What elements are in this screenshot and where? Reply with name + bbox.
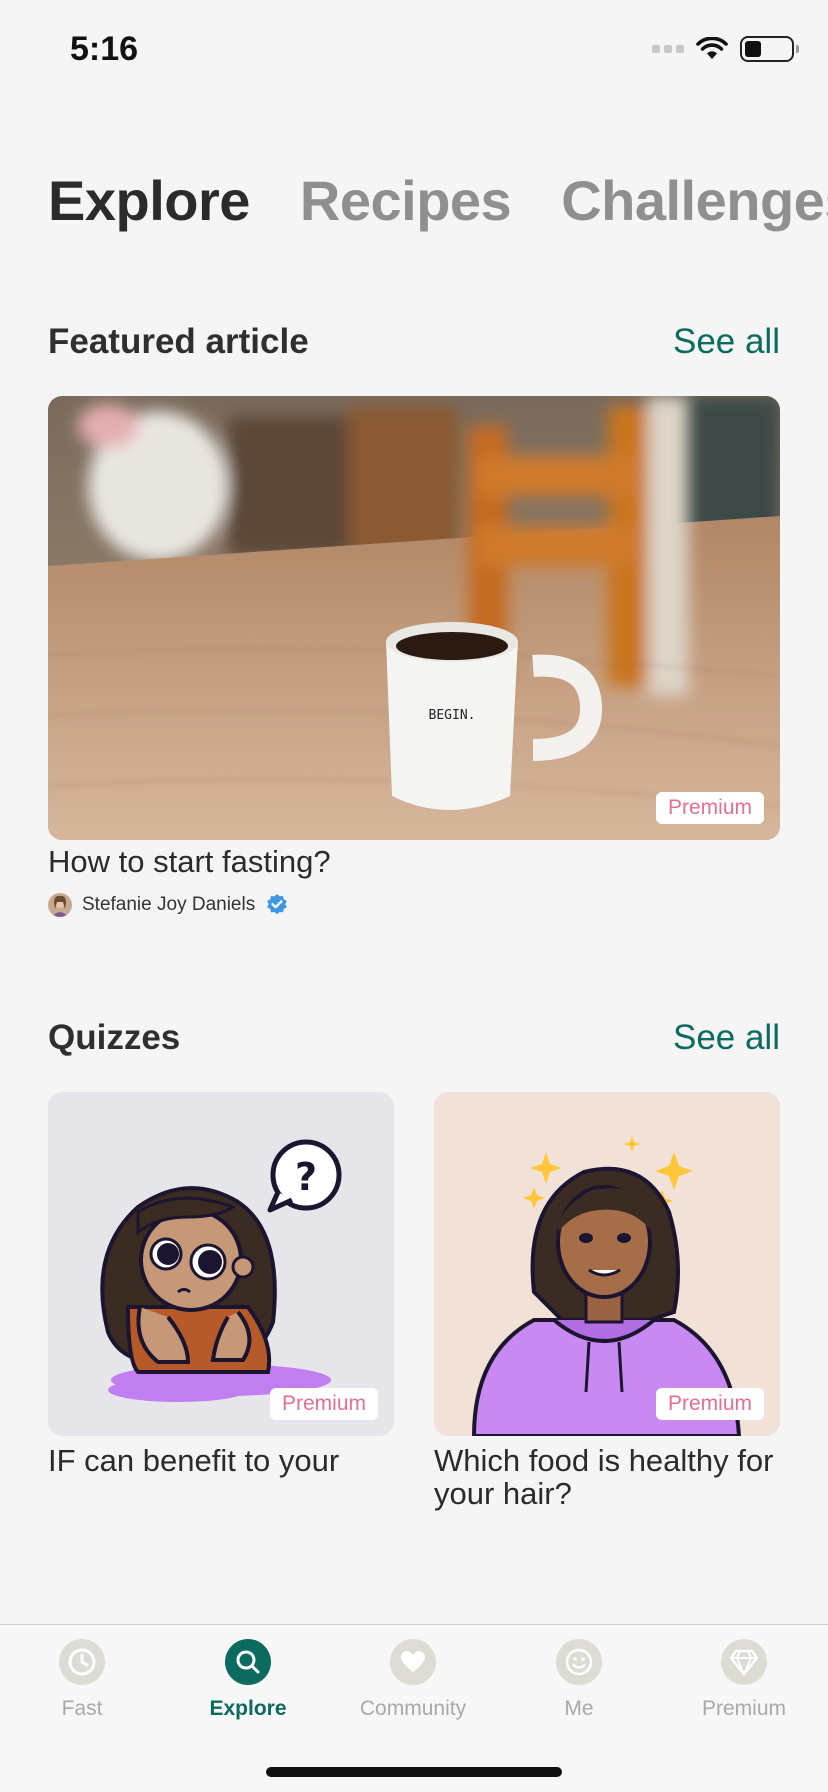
svg-text:?: ? — [295, 1155, 317, 1199]
confident-girl-illustration — [471, 1136, 742, 1436]
premium-badge: Premium — [269, 1388, 378, 1420]
featured-article-image[interactable]: BEGIN. Premium — [48, 396, 780, 840]
quiz-title-2[interactable]: Which food is healthy for your hair? — [434, 1444, 780, 1510]
wifi-icon — [696, 37, 728, 59]
diamond-icon — [721, 1639, 767, 1685]
tab-community-label: Community — [359, 1697, 467, 1720]
author-name: Stefanie Joy Daniels — [82, 894, 256, 915]
tab-explore[interactable]: Explore — [48, 168, 250, 233]
search-icon — [225, 1639, 271, 1685]
quizzes-header: Quizzes See all — [48, 1018, 780, 1058]
tab-fast[interactable]: Fast — [2, 1639, 162, 1721]
tab-fast-label: Fast — [61, 1697, 103, 1720]
clock-icon — [59, 1639, 105, 1685]
top-tabs: Explore Recipes Challenges — [48, 168, 828, 233]
featured-article-title[interactable]: How to start fasting? — [48, 844, 331, 880]
smiley-icon — [556, 1639, 602, 1685]
thinking-girl-illustration: ? — [100, 1139, 342, 1402]
question-bubble-icon: ? — [267, 1139, 342, 1213]
featured-header: Featured article See all — [48, 322, 780, 362]
home-indicator — [266, 1767, 562, 1777]
premium-badge: Premium — [655, 792, 764, 824]
status-time: 5:16 — [70, 30, 139, 68]
mug-text: BEGIN. — [429, 708, 476, 723]
battery-icon — [740, 36, 799, 62]
tab-premium-label: Premium — [701, 1697, 786, 1720]
quizzes-see-all-link[interactable]: See all — [673, 1018, 780, 1058]
status-bar: 5:16 — [0, 0, 828, 100]
cellular-signal-icon — [652, 45, 684, 53]
featured-see-all-link[interactable]: See all — [673, 322, 780, 362]
tab-community[interactable]: Community — [333, 1639, 493, 1721]
featured-section-title: Featured article — [48, 322, 309, 361]
tab-challenges[interactable]: Challenges — [561, 168, 828, 233]
article-author[interactable]: Stefanie Joy Daniels — [48, 893, 289, 917]
heart-icon — [390, 1639, 436, 1685]
coffee-mug-photo: BEGIN. — [48, 396, 780, 840]
quiz-title-1[interactable]: IF can benefit to your — [48, 1444, 394, 1477]
tab-recipes[interactable]: Recipes — [300, 168, 512, 233]
tab-explore-nav[interactable]: Explore — [168, 1639, 328, 1721]
quiz-card-1[interactable]: ? Premium — [48, 1092, 394, 1436]
tab-me[interactable]: Me — [499, 1639, 659, 1721]
premium-badge: Premium — [655, 1388, 764, 1420]
status-icons — [652, 36, 799, 62]
tab-premium[interactable]: Premium — [664, 1639, 824, 1721]
avatar — [48, 893, 72, 917]
bottom-tab-bar: Fast Explore Community Me Premium — [0, 1624, 828, 1792]
tab-me-label: Me — [564, 1697, 594, 1720]
quizzes-section-title: Quizzes — [48, 1018, 181, 1057]
quiz-card-2[interactable]: Premium — [434, 1092, 780, 1436]
tab-explore-label: Explore — [209, 1697, 287, 1720]
verified-badge-icon — [267, 894, 288, 915]
